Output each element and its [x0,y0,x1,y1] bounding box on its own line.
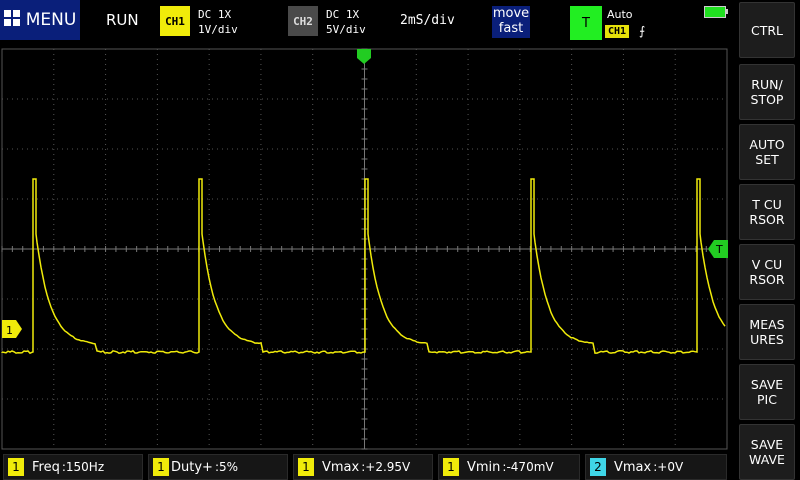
save-pic-button[interactable]: SAVE PIC [739,364,795,420]
ch1-scale: 1V/div [198,23,238,36]
menu-label: MENU [25,10,77,30]
measurement-value: :-470mV [502,460,554,474]
measures-button[interactable]: MEAS URES [739,304,795,360]
ch2-coupling: DC 1X [326,8,360,21]
trigger-position-marker[interactable] [357,49,371,64]
grid-menu-icon [3,9,20,31]
move-mode-line1: move [492,6,530,21]
measurement-channel: 1 [8,458,24,476]
measurement-vmax-ch2[interactable]: 2 Vmax :+0V [585,454,727,480]
measurement-channel: 1 [443,458,459,476]
measurement-channel: 2 [590,458,606,476]
v-cursor-button[interactable]: V CU RSOR [739,244,795,300]
measurement-value: :5% [214,460,239,474]
ch1-badge[interactable]: CH1 [160,6,190,36]
measurement-value: :+2.95V [361,460,411,474]
move-mode-line2: fast [498,21,524,36]
waveform-display[interactable]: 1 T [0,44,730,450]
run-status: RUN [106,11,139,29]
save-wave-button[interactable]: SAVE WAVE [739,424,795,480]
measurement-vmax-ch1[interactable]: 1 Vmax :+2.95V [293,454,433,480]
run-stop-button[interactable]: RUN/ STOP [739,64,795,120]
trigger-level-marker[interactable]: T [708,240,728,258]
ch2-badge[interactable]: CH2 [288,6,318,36]
ch2-scale: 5V/div [326,23,366,36]
ctrl-button[interactable]: CTRL [739,2,795,58]
battery-tip [726,9,728,14]
trigger-source: CH1 [605,25,630,38]
trigger-badge[interactable]: T [570,6,602,40]
measurement-vmin[interactable]: 1 Vmin :-470mV [438,454,580,480]
move-mode-button[interactable]: move fast [492,6,530,38]
auto-set-button[interactable]: AUTO SET [739,124,795,180]
measurement-freq[interactable]: 1 Freq :150Hz [3,454,143,480]
trigger-level-label: T [715,243,723,256]
ch1-waveform [1,178,726,355]
ch1-settings[interactable]: DC 1X 1V/div [198,7,238,37]
ch2-settings[interactable]: DC 1X 5V/div [326,7,366,37]
rising-edge-icon: ⨍ [639,24,646,38]
measurement-value: :+0V [653,460,684,474]
timebase[interactable]: 2mS/div [400,13,455,28]
ch1-coupling: DC 1X [198,8,232,21]
t-cursor-button[interactable]: T CU RSOR [739,184,795,240]
battery-icon [704,6,726,18]
ch1-marker-label: 1 [6,324,13,337]
measurement-label: Duty+ [171,459,213,475]
trigger-mode: Auto [607,8,633,21]
measurement-value: :150Hz [61,460,105,474]
measurement-label: Vmax [614,459,652,475]
measurement-channel: 1 [298,458,314,476]
measurement-label: Freq [32,459,60,475]
measurement-label: Vmin [467,459,501,475]
measurement-label: Vmax [322,459,360,475]
measurement-duty[interactable]: 1 Duty+ :5% [148,454,288,480]
menu-button[interactable]: MENU [0,0,80,40]
measurement-channel: 1 [153,458,169,476]
ch1-offset-marker[interactable]: 1 [2,320,22,338]
